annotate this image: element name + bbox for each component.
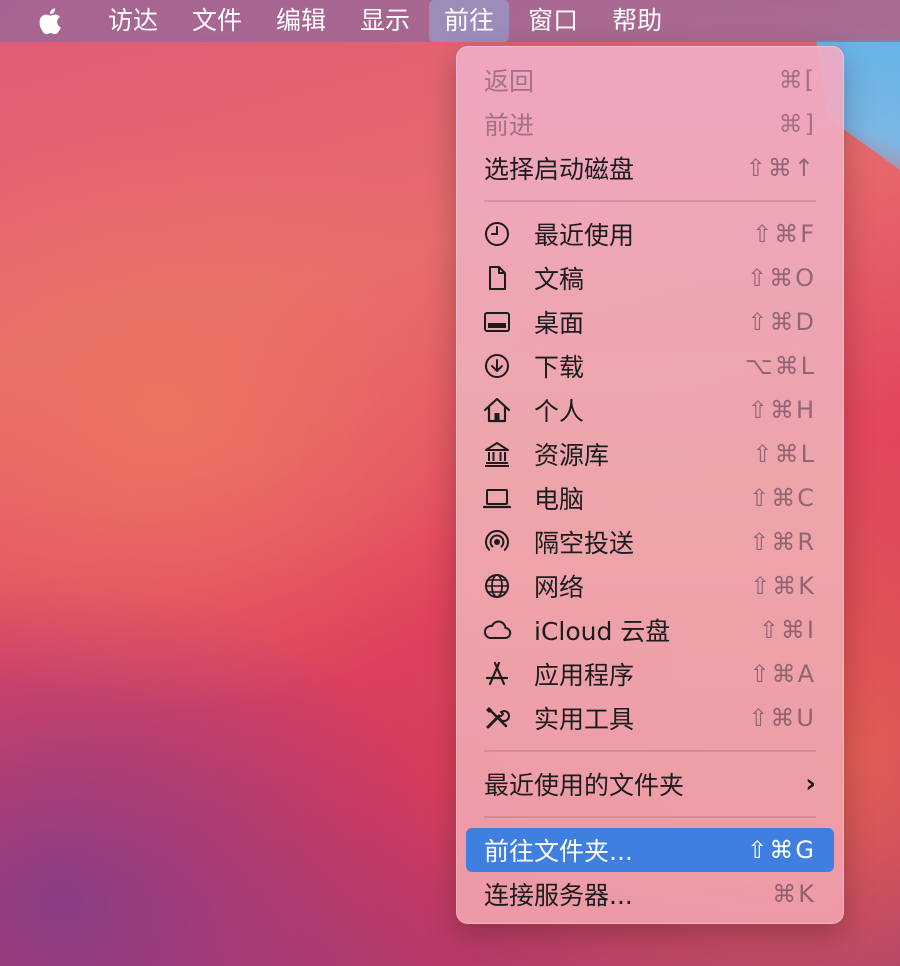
menubar-view[interactable]: 显示 (345, 0, 425, 42)
menu-item-label: 最近使用的文件夹 (484, 771, 685, 800)
menu-item-shortcut: ⌘] (778, 110, 816, 138)
menu-item-label: 前进 (484, 111, 535, 140)
menu-item-startup-disk[interactable]: 选择启动磁盘 ⇧⌘↑ (466, 146, 834, 190)
menu-item-label: 最近使用 (534, 221, 635, 250)
menu-item-connect-server[interactable]: 连接服务器... ⌘K (466, 872, 834, 916)
menu-item-label: 下载 (534, 353, 585, 382)
applications-icon (480, 657, 514, 691)
menu-item-label: 选择启动磁盘 (484, 155, 635, 184)
menu-item-computer[interactable]: 电脑 ⇧⌘C (466, 476, 834, 520)
menu-item-recent-folders[interactable]: 最近使用的文件夹 › (466, 762, 834, 806)
menu-item-shortcut: ⇧⌘U (748, 704, 816, 732)
menu-item-label: 网络 (534, 573, 585, 602)
menu-item-home[interactable]: 个人 ⇧⌘H (466, 388, 834, 432)
utilities-icon (480, 701, 514, 735)
apple-menu[interactable] (0, 0, 100, 42)
menu-item-shortcut: ⇧⌘H (747, 396, 816, 424)
airdrop-icon (480, 525, 514, 559)
desktop-icon (480, 305, 514, 339)
globe-icon (480, 569, 514, 603)
menu-item-label: 资源库 (534, 441, 610, 470)
menu-item-label: 隔空投送 (534, 529, 635, 558)
menu-item-icloud-drive[interactable]: iCloud 云盘 ⇧⌘I (466, 608, 834, 652)
menu-item-shortcut: ⌘[ (778, 66, 816, 94)
menu-item-label: 返回 (484, 67, 535, 96)
menu-item-label: 个人 (534, 397, 585, 426)
menu-item-label: 实用工具 (534, 705, 635, 734)
menu-item-shortcut: ⇧⌘L (752, 440, 816, 468)
menu-item-shortcut: ⇧⌘F (752, 220, 816, 248)
menu-item-library[interactable]: 资源库 ⇧⌘L (466, 432, 834, 476)
download-icon (480, 349, 514, 383)
menu-item-shortcut: ⇧⌘G (747, 836, 816, 864)
menu-item-shortcut: ⌘K (772, 880, 816, 908)
menu-item-label: 前往文件夹... (484, 837, 633, 866)
menu-item-label: 应用程序 (534, 661, 635, 690)
menu-item-forward[interactable]: 前进 ⌘] (466, 102, 834, 146)
clock-icon (480, 217, 514, 251)
menu-item-label: 连接服务器... (484, 881, 633, 910)
menu-item-shortcut: ⇧⌘K (750, 572, 816, 600)
document-icon (480, 261, 514, 295)
menu-item-back[interactable]: 返回 ⌘[ (466, 58, 834, 102)
menubar-help[interactable]: 帮助 (597, 0, 677, 42)
menubar-go[interactable]: 前往 (429, 0, 510, 42)
menu-item-utilities[interactable]: 实用工具 ⇧⌘U (466, 696, 834, 740)
menu-item-shortcut: ⇧⌘↑ (745, 154, 816, 182)
menu-item-shortcut: ⌥⌘L (744, 352, 816, 380)
menu-item-shortcut: ⇧⌘R (749, 528, 816, 556)
menu-item-label: 文稿 (534, 265, 585, 294)
apple-logo-icon (39, 8, 61, 35)
menu-item-shortcut: ⇧⌘O (747, 264, 816, 292)
menu-item-shortcut: ⇧⌘C (749, 484, 816, 512)
menu-item-downloads[interactable]: 下载 ⌥⌘L (466, 344, 834, 388)
menu-item-shortcut: ⇧⌘A (749, 660, 816, 688)
menubar-file[interactable]: 文件 (177, 0, 257, 42)
menu-item-network[interactable]: 网络 ⇧⌘K (466, 564, 834, 608)
menu-item-label: iCloud 云盘 (534, 617, 671, 646)
menu-item-label: 桌面 (534, 309, 585, 338)
menu-separator (484, 816, 816, 818)
go-menu-dropdown: 返回 ⌘[ 前进 ⌘] 选择启动磁盘 ⇧⌘↑ 最近使用 ⇧⌘F 文稿 ⇧⌘O 桌… (456, 46, 844, 924)
menu-item-applications[interactable]: 应用程序 ⇧⌘A (466, 652, 834, 696)
menu-item-shortcut: ⇧⌘D (747, 308, 816, 336)
library-icon (480, 437, 514, 471)
menu-item-label: 电脑 (534, 485, 585, 514)
chevron-right-icon: › (805, 769, 816, 799)
menu-item-airdrop[interactable]: 隔空投送 ⇧⌘R (466, 520, 834, 564)
menu-separator (484, 200, 816, 202)
menubar-edit[interactable]: 编辑 (261, 0, 341, 42)
menu-bar: 访达 文件 编辑 显示 前往 窗口 帮助 (0, 0, 900, 42)
menu-separator (484, 750, 816, 752)
menu-item-shortcut: ⇧⌘I (758, 616, 816, 644)
laptop-icon (480, 481, 514, 515)
cloud-icon (480, 613, 514, 647)
menu-item-go-to-folder[interactable]: 前往文件夹... ⇧⌘G (466, 828, 834, 872)
menubar-window[interactable]: 窗口 (513, 0, 593, 42)
menu-item-documents[interactable]: 文稿 ⇧⌘O (466, 256, 834, 300)
menubar-finder[interactable]: 访达 (100, 0, 173, 42)
menu-item-desktop[interactable]: 桌面 ⇧⌘D (466, 300, 834, 344)
home-icon (480, 393, 514, 427)
menu-item-recents[interactable]: 最近使用 ⇧⌘F (466, 212, 834, 256)
